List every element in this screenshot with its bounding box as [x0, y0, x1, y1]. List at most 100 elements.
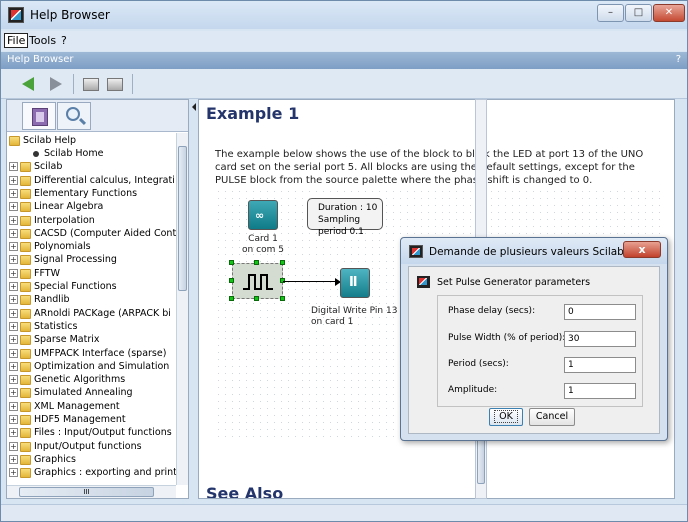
- expand-icon[interactable]: +: [9, 335, 18, 345]
- period-label: Period (secs):: [448, 359, 509, 369]
- expand-icon[interactable]: +: [9, 375, 18, 385]
- tree-hscroll-thumb[interactable]: III: [19, 487, 154, 497]
- dialog-title-bar: Demande de plusieurs valeurs Scilab x: [401, 238, 667, 264]
- window-title: Help Browser: [30, 8, 110, 22]
- selection-handle[interactable]: [229, 260, 234, 265]
- maximize-button[interactable]: □: [625, 4, 652, 22]
- expand-icon[interactable]: +: [9, 361, 18, 371]
- menu-help[interactable]: ?: [59, 34, 69, 47]
- expand-icon[interactable]: +: [9, 308, 18, 318]
- toolbar-separator: [73, 74, 74, 94]
- expand-icon[interactable]: +: [9, 282, 18, 291]
- pulse-wave-icon: [243, 274, 273, 290]
- page-setup-icon: [107, 78, 123, 91]
- tree-item-label: ARnoldi PACKage (ARPACK bi: [34, 307, 171, 319]
- menu-tools[interactable]: Tools: [27, 34, 58, 47]
- tree-item-label: Files : Input/Output functions: [34, 427, 172, 439]
- scilab-icon: [409, 245, 423, 258]
- minimize-button[interactable]: –: [597, 4, 624, 22]
- tree-item-label: Statistics: [34, 320, 78, 332]
- amplitude-label: Amplitude:: [448, 385, 498, 395]
- folder-icon: [20, 375, 31, 386]
- expand-icon[interactable]: +: [9, 228, 18, 238]
- tab-contents[interactable]: [22, 102, 56, 130]
- expand-icon[interactable]: +: [9, 268, 18, 278]
- selection-handle[interactable]: [229, 296, 234, 301]
- folder-icon: [20, 428, 31, 439]
- menu-file[interactable]: File: [4, 33, 29, 48]
- selection-handle[interactable]: [280, 296, 285, 301]
- ok-button-label: OK: [494, 410, 518, 423]
- ok-button[interactable]: OK: [489, 408, 523, 426]
- card-label-line1: Card 1: [248, 234, 278, 244]
- tree-item-label: Simulated Annealing: [34, 387, 133, 399]
- expand-icon[interactable]: +: [9, 454, 18, 464]
- example-description: The example below shows the use of the b…: [215, 149, 644, 186]
- folder-icon: [20, 335, 31, 346]
- cancel-button[interactable]: Cancel: [529, 408, 575, 426]
- help-tree: Scilab Help Scilab Home + Scilab + Different…: [7, 133, 176, 483]
- tab-search[interactable]: [57, 102, 91, 130]
- expand-icon[interactable]: +: [9, 175, 18, 185]
- tree-scroll-thumb[interactable]: [178, 146, 187, 291]
- tree-root-label: Scilab Help: [23, 135, 77, 146]
- see-also-heading: See Also: [206, 484, 284, 499]
- folder-icon: [20, 308, 31, 319]
- print-button[interactable]: [82, 76, 100, 92]
- selection-handle[interactable]: [229, 278, 234, 283]
- tree-vertical-scrollbar[interactable]: [176, 133, 188, 485]
- expand-icon[interactable]: +: [9, 215, 18, 225]
- title-bar: Help Browser – □ ✕: [1, 1, 687, 29]
- folder-icon: [20, 175, 31, 186]
- expand-icon[interactable]: +: [9, 188, 18, 198]
- amplitude-input[interactable]: [564, 383, 636, 399]
- pane-splitter[interactable]: [191, 99, 197, 499]
- arduino-card-block: ∞: [248, 200, 278, 230]
- tree-item-label: Linear Algebra: [34, 201, 104, 213]
- expand-icon[interactable]: +: [9, 321, 18, 331]
- expand-icon[interactable]: +: [9, 415, 18, 424]
- pulse-parameters-dialog: Demande de plusieurs valeurs Scilab x Se…: [400, 237, 668, 441]
- tree-item-label: Genetic Algorithms: [34, 374, 126, 386]
- card-block-label: Card 1 on com 5: [236, 234, 290, 256]
- folder-icon: [9, 136, 20, 146]
- period-input[interactable]: [564, 357, 636, 373]
- expand-icon[interactable]: +: [9, 441, 18, 451]
- dialog-close-button[interactable]: x: [623, 241, 661, 258]
- dialog-body: Set Pulse Generator parameters Phase del…: [408, 266, 660, 434]
- expand-icon[interactable]: +: [9, 242, 18, 252]
- close-button[interactable]: ✕: [653, 4, 685, 22]
- selection-handle[interactable]: [254, 296, 259, 301]
- selection-handle[interactable]: [254, 260, 259, 265]
- back-button[interactable]: [21, 76, 39, 92]
- folder-icon: [20, 388, 31, 399]
- expand-icon[interactable]: +: [9, 162, 18, 172]
- folder-icon: [20, 454, 31, 465]
- expand-icon[interactable]: +: [9, 468, 18, 478]
- folder-icon: [20, 242, 31, 253]
- expand-icon[interactable]: +: [9, 202, 18, 212]
- tree-horizontal-scrollbar[interactable]: III: [7, 485, 176, 498]
- dialog-header: Set Pulse Generator parameters: [437, 277, 591, 288]
- tree-item-label: Elementary Functions: [34, 187, 138, 199]
- tree-item-label: UMFPACK Interface (sparse): [34, 347, 167, 359]
- selection-handle[interactable]: [280, 260, 285, 265]
- help-browser-header-title: Help Browser: [7, 54, 74, 65]
- expand-icon[interactable]: +: [9, 255, 18, 265]
- header-help-button[interactable]: ?: [676, 54, 681, 65]
- expand-icon[interactable]: +: [9, 388, 18, 398]
- digital-write-block: Ⅱ: [340, 268, 370, 298]
- forward-button[interactable]: [46, 76, 64, 92]
- pulse-width-input[interactable]: [564, 331, 636, 347]
- expand-icon[interactable]: +: [9, 295, 18, 305]
- page-title: Example 1: [206, 104, 300, 123]
- expand-icon[interactable]: +: [9, 428, 18, 438]
- phase-delay-input[interactable]: [564, 304, 636, 320]
- folder-icon: [20, 361, 31, 372]
- page-setup-button[interactable]: [106, 76, 124, 92]
- pin-icon: Ⅱ: [349, 275, 358, 290]
- help-browser-window: Help Browser – □ ✕ File Tools ? Help Bro…: [0, 0, 688, 522]
- menu-bar: File Tools ?: [1, 31, 687, 51]
- expand-icon[interactable]: +: [9, 348, 18, 358]
- expand-icon[interactable]: +: [9, 401, 18, 411]
